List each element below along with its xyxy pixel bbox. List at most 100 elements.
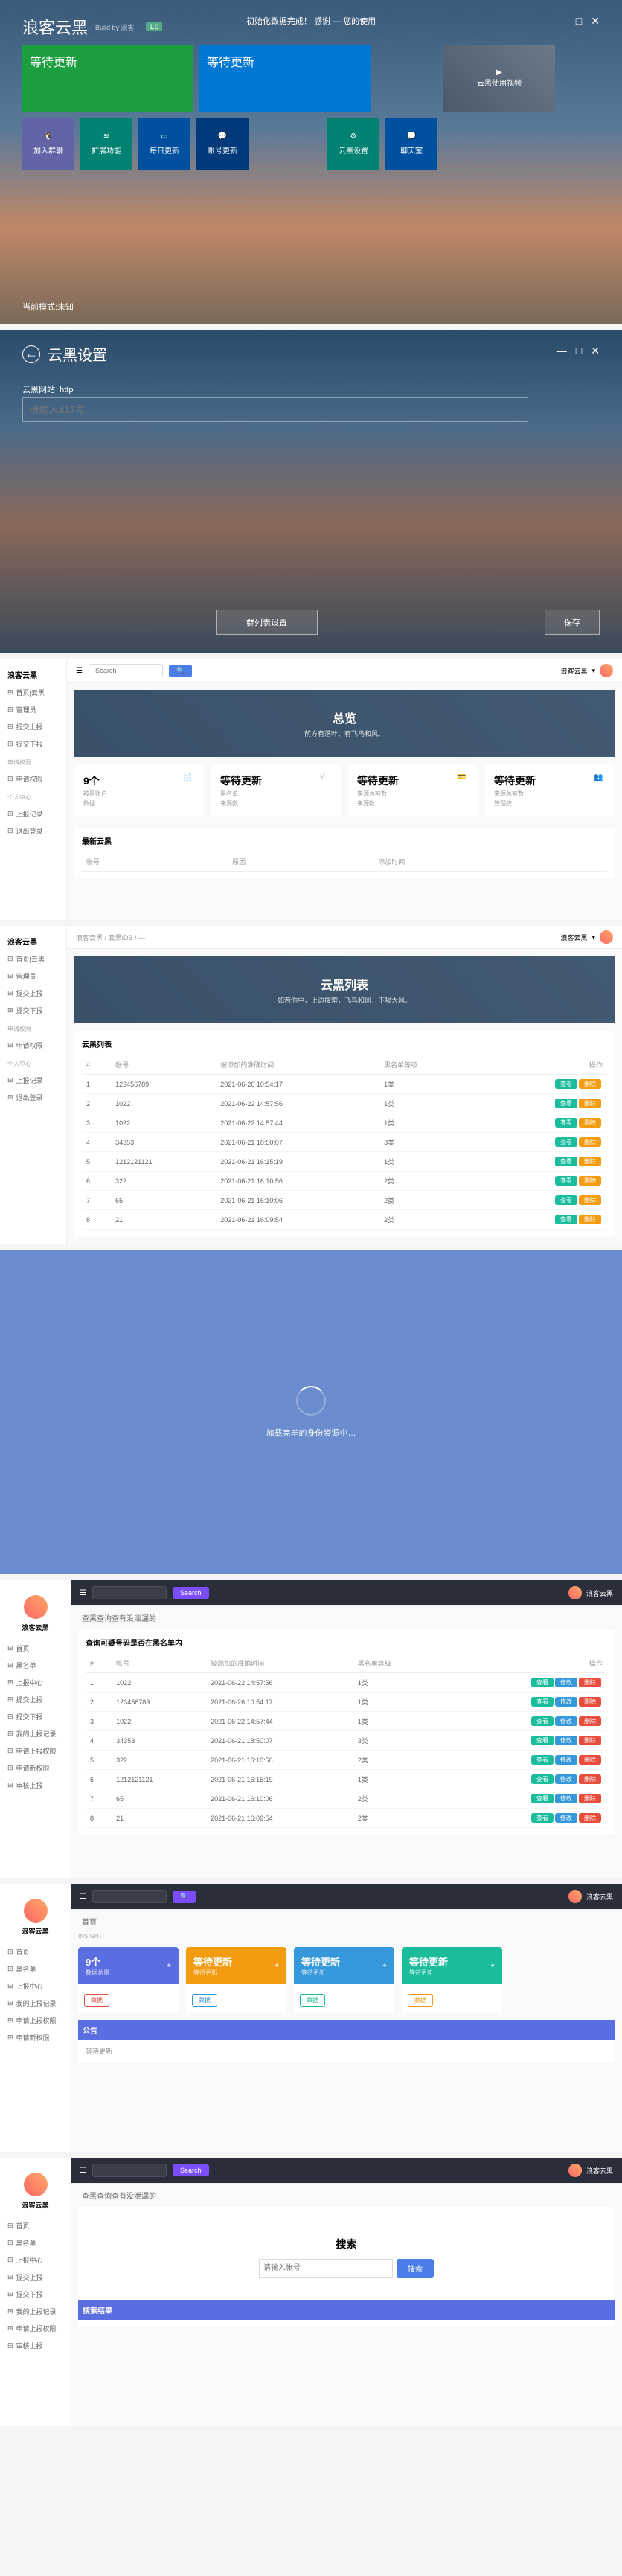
nav-logout[interactable]: ⊞ 退出登录 [0, 822, 66, 840]
save-button[interactable]: 保存 [545, 610, 600, 635]
delete-button[interactable]: 删除 [579, 1794, 601, 1803]
edit-button[interactable]: 修改 [555, 1794, 577, 1803]
search-button[interactable]: 🔍 [173, 1891, 196, 1903]
tile-settings[interactable]: ⚙云黑设置 [327, 118, 379, 170]
search-input[interactable] [92, 2164, 167, 2177]
delete-button[interactable]: 删除 [579, 1736, 601, 1745]
nav-item[interactable]: ⊞ 首页 [0, 1943, 71, 1960]
view-button[interactable]: 查看 [555, 1118, 577, 1128]
search-input[interactable] [92, 1890, 167, 1903]
nav-item[interactable]: ⊞ 我的上报记录 [0, 1725, 71, 1742]
nav-records[interactable]: ⊞ 上报记录 [0, 805, 66, 822]
delete-button[interactable]: 删除 [579, 1716, 601, 1726]
delete-button[interactable]: 删除 [579, 1137, 601, 1147]
nav-item[interactable]: ⊞ 提交上报 [0, 985, 66, 1002]
avatar[interactable] [24, 1899, 48, 1923]
nav-item[interactable]: ⊞ 首页 [0, 2217, 71, 2234]
edit-button[interactable]: 修改 [555, 1678, 577, 1687]
nav-item[interactable]: ⊞ 申请上报权限 [0, 2012, 71, 2029]
tile-update-2[interactable]: 等待更新 [199, 45, 371, 112]
tile-daily-update[interactable]: ▭每日更新 [138, 118, 190, 170]
view-button[interactable]: 查看 [531, 1697, 554, 1707]
search-button[interactable]: Search [173, 2164, 209, 2176]
nav-item[interactable]: ⊞ 管理员 [0, 968, 66, 985]
view-button[interactable]: 查看 [555, 1195, 577, 1205]
view-button[interactable]: 查看 [555, 1157, 577, 1166]
nav-item[interactable]: ⊞ 退出登录 [0, 1089, 66, 1106]
view-button[interactable]: 查看 [555, 1079, 577, 1089]
edit-button[interactable]: 修改 [555, 1774, 577, 1784]
nav-item[interactable]: ⊞ 我的上报记录 [0, 2303, 71, 2320]
tile-account-update[interactable]: 💬账号更新 [196, 118, 249, 170]
edit-button[interactable]: 修改 [555, 1716, 577, 1726]
nav-item[interactable]: ⊞ 黑名单 [0, 2234, 71, 2251]
delete-button[interactable]: 删除 [579, 1678, 601, 1687]
nav-item[interactable]: ⊞ 提交下报 [0, 1708, 71, 1725]
delete-button[interactable]: 删除 [579, 1157, 601, 1166]
group-list-button[interactable]: 群列表设置 [216, 610, 318, 635]
view-button[interactable]: 查看 [531, 1716, 554, 1726]
nav-report-down[interactable]: ⊞ 提交下报 [0, 735, 66, 752]
tile-extensions[interactable]: ≋扩展功能 [80, 118, 132, 170]
delete-button[interactable]: 删除 [579, 1195, 601, 1205]
edit-button[interactable]: 修改 [555, 1697, 577, 1707]
nav-report-up[interactable]: ⊞ 提交上报 [0, 718, 66, 735]
avatar[interactable] [568, 2164, 582, 2177]
close-icon[interactable]: ✕ [591, 345, 600, 357]
tile-chatroom[interactable]: 💭聊天室 [385, 118, 437, 170]
nav-item[interactable]: ⊞ 提交下报 [0, 1002, 66, 1019]
nav-item[interactable]: ⊞ 申请权限 [0, 1037, 66, 1054]
maximize-icon[interactable]: □ [576, 345, 582, 357]
search-input[interactable] [89, 664, 163, 677]
nav-item[interactable]: ⊞ 申请新权限 [0, 1760, 71, 1777]
view-button[interactable]: 查看 [555, 1215, 577, 1224]
tile-update-1[interactable]: 等待更新 [22, 45, 193, 112]
nav-item[interactable]: ⊞ 审核上报 [0, 1777, 71, 1794]
search-input[interactable] [92, 1586, 167, 1599]
nav-item[interactable]: ⊞ 提交上报 [0, 2269, 71, 2286]
nav-item[interactable]: ⊞ 黑名单 [0, 1657, 71, 1674]
url-input[interactable] [22, 397, 528, 422]
back-button[interactable]: ← [22, 345, 40, 363]
nav-admin[interactable]: ⊞ 管理员 [0, 701, 66, 718]
avatar[interactable] [600, 930, 613, 944]
view-button[interactable]: 查看 [555, 1176, 577, 1186]
delete-button[interactable]: 删除 [579, 1176, 601, 1186]
maximize-icon[interactable]: □ [576, 15, 582, 28]
search-button[interactable]: 🔍 [169, 665, 192, 677]
view-button[interactable]: 查看 [531, 1755, 554, 1765]
nav-item[interactable]: ⊞ 首页|云黑 [0, 950, 66, 968]
nav-item[interactable]: ⊞ 提交下报 [0, 2286, 71, 2303]
user-name[interactable]: 浪客云黑 [560, 666, 587, 676]
avatar[interactable] [568, 1890, 582, 1903]
nav-item[interactable]: ⊞ 申请新权限 [0, 2029, 71, 2046]
view-button[interactable]: 查看 [555, 1099, 577, 1108]
edit-button[interactable]: 修改 [555, 1736, 577, 1745]
minimize-icon[interactable]: — [557, 15, 567, 28]
nav-item[interactable]: ⊞ 上报中心 [0, 1674, 71, 1691]
view-button[interactable]: 查看 [555, 1137, 577, 1147]
tile-video[interactable]: ▶ 云黑使用视频 [443, 45, 555, 112]
delete-button[interactable]: 删除 [579, 1118, 601, 1128]
view-button[interactable]: 查看 [531, 1813, 554, 1823]
view-button[interactable]: 查看 [531, 1774, 554, 1784]
close-icon[interactable]: ✕ [591, 15, 600, 28]
menu-icon[interactable]: ☰ [80, 1589, 86, 1597]
nav-item[interactable]: ⊞ 上报中心 [0, 2251, 71, 2269]
avatar[interactable] [24, 1595, 48, 1619]
nav-item[interactable]: ⊞ 上报中心 [0, 1978, 71, 1995]
avatar[interactable] [600, 664, 613, 677]
delete-button[interactable]: 删除 [579, 1813, 601, 1823]
view-button[interactable]: 查看 [531, 1794, 554, 1803]
nav-item[interactable]: ⊞ 审核上报 [0, 2337, 71, 2354]
nav-apply[interactable]: ⊞ 申请权限 [0, 770, 66, 787]
menu-icon[interactable]: ☰ [80, 2167, 86, 2175]
edit-button[interactable]: 修改 [555, 1813, 577, 1823]
delete-button[interactable]: 删除 [579, 1099, 601, 1108]
view-button[interactable]: 查看 [531, 1736, 554, 1745]
edit-button[interactable]: 修改 [555, 1755, 577, 1765]
delete-button[interactable]: 删除 [579, 1079, 601, 1089]
nav-item[interactable]: ⊞ 申请上报权限 [0, 2320, 71, 2337]
account-input[interactable] [259, 2259, 393, 2278]
nav-item[interactable]: ⊞ 提交上报 [0, 1691, 71, 1708]
